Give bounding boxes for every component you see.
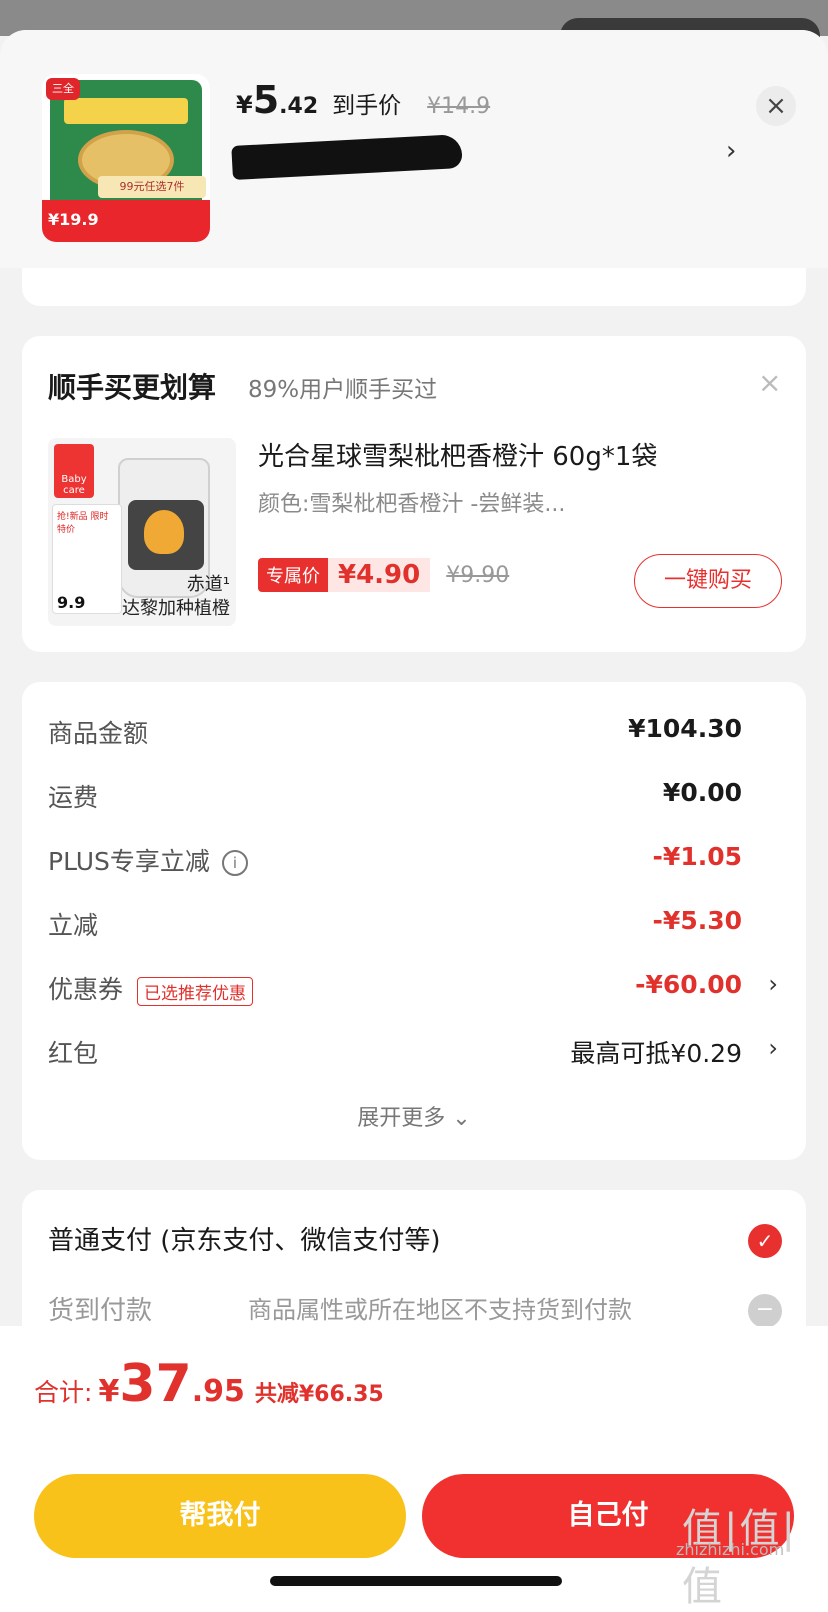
price-label: 到手价 bbox=[332, 93, 402, 119]
chevron-right-icon: › bbox=[768, 1034, 778, 1062]
price-decimal: .42 bbox=[279, 94, 319, 119]
promo-tag: 99元任选7件 bbox=[98, 176, 206, 198]
promo-strip: 99元任选7件 ¥19.9 bbox=[42, 176, 210, 242]
duck-mascot-icon bbox=[144, 510, 184, 554]
image-caption-1: 赤道¹ bbox=[186, 574, 230, 595]
row-value: 最高可抵¥0.29 bbox=[570, 1039, 742, 1068]
payment-option-cod: 货到付款 bbox=[48, 1296, 153, 1326]
exclusive-price: ¥4.90 bbox=[328, 558, 431, 592]
recommended-coupon-tag: 已选推荐优惠 bbox=[137, 976, 254, 1006]
upsell-price: 专属价 ¥4.90 ¥9.90 bbox=[258, 558, 509, 592]
row-label: PLUS专享立减 bbox=[48, 847, 210, 876]
price-summary-card: 商品金额 ¥104.30 运费 ¥0.00 PLUS专享立减 i -¥1.05 立… bbox=[22, 682, 806, 1160]
original-price: ¥14.9 bbox=[427, 94, 491, 119]
home-indicator[interactable] bbox=[270, 1576, 562, 1586]
close-icon[interactable]: × bbox=[758, 366, 781, 399]
brand-logo: 三全 bbox=[46, 78, 80, 100]
row-label: 商品金额 bbox=[48, 719, 149, 748]
summary-row-redpacket[interactable]: 红包 最高可抵¥0.29 › bbox=[48, 1034, 784, 1074]
upsell-subtitle: 89%用户顺手买过 bbox=[248, 377, 438, 403]
watermark-site: zhizhizhi.com bbox=[676, 1540, 785, 1559]
summary-row-coupon[interactable]: 优惠券 已选推荐优惠 -¥60.00 › bbox=[48, 970, 784, 1010]
total-decimal: .95 bbox=[191, 1374, 245, 1409]
promo-card: 抢!新品 限时特价 9.9 bbox=[52, 504, 122, 614]
close-icon[interactable]: × bbox=[756, 86, 796, 126]
row-label: 立减 bbox=[48, 911, 99, 940]
chevron-right-icon[interactable]: › bbox=[726, 136, 736, 166]
row-value: -¥1.05 bbox=[652, 842, 742, 871]
row-label: 红包 bbox=[48, 1039, 99, 1068]
upsell-product-attr: 颜色:雪梨枇杷香橙汁 -尝鲜装... bbox=[258, 492, 566, 517]
help-me-pay-button[interactable]: 帮我付 bbox=[34, 1474, 406, 1558]
babycare-logo: Baby care bbox=[54, 444, 94, 498]
upsell-product-image[interactable]: Baby care 抢!新品 限时特价 9.9 赤道¹ 达黎加种植橙 bbox=[48, 438, 236, 626]
row-label: 优惠券 bbox=[48, 975, 124, 1004]
checkout-sheet: 三全 99元任选7件 ¥19.9 ¥ 5 .42 到手价 ¥14.9 › × 顺… bbox=[0, 30, 828, 1612]
cod-unavailable-note: 商品属性或所在地区不支持货到付款 bbox=[248, 1296, 632, 1324]
info-icon[interactable]: i bbox=[221, 850, 248, 876]
total-label: 合计: bbox=[34, 1378, 93, 1407]
row-value: -¥60.00 bbox=[635, 970, 742, 999]
row-value: ¥104.30 bbox=[628, 714, 742, 743]
row-label: 运费 bbox=[48, 783, 99, 812]
package-label bbox=[64, 98, 188, 124]
upsell-title: 顺手买更划算 bbox=[48, 371, 217, 404]
product-thumbnail[interactable]: 三全 99元任选7件 ¥19.9 bbox=[42, 74, 210, 242]
chevron-right-icon: › bbox=[768, 970, 778, 998]
upsell-product-name[interactable]: 光合星球雪梨枇杷香橙汁 60g*1袋 bbox=[258, 436, 657, 473]
expand-more-link[interactable]: 展开更多 ⌄ bbox=[22, 1100, 806, 1132]
product-header: 三全 99元任选7件 ¥19.9 ¥ 5 .42 到手价 ¥14.9 › × bbox=[0, 30, 828, 268]
total-price: 合计: ¥ 37 .95 共减¥66.35 bbox=[34, 1354, 384, 1414]
summary-row-discount: 立减 -¥5.30 bbox=[48, 906, 784, 946]
summary-row-goods: 商品金额 ¥104.30 bbox=[48, 714, 784, 754]
price-currency: ¥ bbox=[236, 91, 253, 119]
promo-price: ¥19.9 bbox=[48, 210, 99, 229]
row-value: -¥5.30 bbox=[652, 906, 742, 935]
upsell-card: 顺手买更划算 89%用户顺手买过 × Baby care 抢!新品 限时特价 9… bbox=[22, 336, 806, 652]
one-click-buy-button[interactable]: 一键购买 bbox=[634, 554, 782, 608]
promo-card-price: 9.9 bbox=[57, 593, 86, 612]
image-caption-2: 达黎加种植橙 bbox=[122, 598, 230, 619]
upsell-original-price: ¥9.90 bbox=[446, 562, 510, 588]
total-currency: ¥ bbox=[98, 1374, 120, 1409]
summary-row-plus: PLUS专享立减 i -¥1.05 bbox=[48, 842, 784, 882]
final-price: ¥ 5 .42 到手价 ¥14.9 bbox=[236, 78, 490, 122]
disabled-icon: − bbox=[748, 1294, 782, 1328]
price-integer: 5 bbox=[252, 78, 280, 122]
payment-option-normal[interactable]: 普通支付 (京东支付、微信支付等) bbox=[48, 1220, 441, 1257]
row-value: ¥0.00 bbox=[662, 778, 742, 807]
total-integer: 37 bbox=[119, 1354, 192, 1414]
redacted-text bbox=[231, 134, 463, 180]
checked-icon[interactable]: ✓ bbox=[748, 1224, 782, 1258]
summary-row-shipping: 运费 ¥0.00 bbox=[48, 778, 784, 818]
total-saved: 共减¥66.35 bbox=[254, 1382, 384, 1407]
promo-card-text: 抢!新品 限时特价 bbox=[57, 512, 109, 535]
exclusive-price-badge: 专属价 bbox=[258, 558, 328, 592]
